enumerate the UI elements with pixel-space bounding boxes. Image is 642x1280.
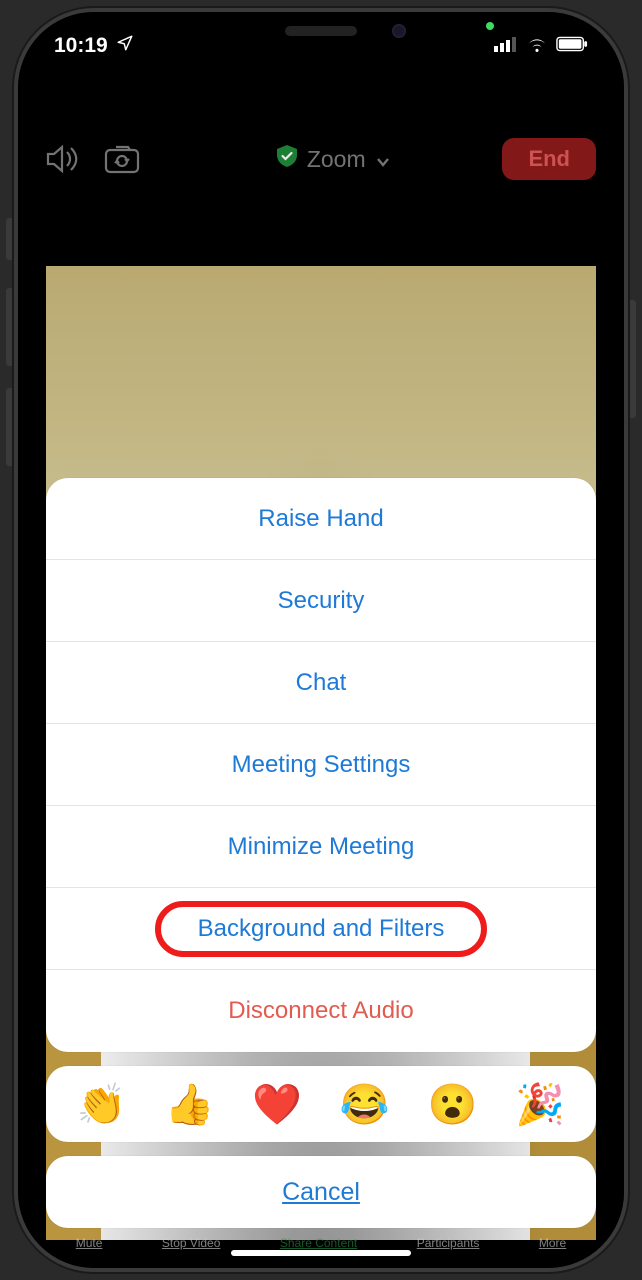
- cancel-button[interactable]: Cancel: [46, 1156, 596, 1228]
- menu-background-filters[interactable]: Background and Filters: [46, 888, 596, 970]
- wifi-icon: [526, 34, 548, 58]
- screen: 10:19: [18, 12, 624, 1268]
- side-button: [628, 300, 636, 418]
- menu-label: Security: [278, 587, 365, 615]
- earpiece: [285, 26, 357, 36]
- volume-down-button: [6, 388, 14, 466]
- menu-label: Minimize Meeting: [228, 833, 415, 861]
- action-sheet-menu: Raise Hand Security Chat Meeting Setting…: [46, 478, 596, 1052]
- menu-label: Background and Filters: [198, 915, 445, 943]
- reaction-clap[interactable]: 👏: [77, 1081, 127, 1128]
- reactions-bar: 👏 👍 ❤️ 😂 😮 🎉: [46, 1066, 596, 1142]
- battery-icon: [556, 34, 588, 58]
- menu-label: Chat: [296, 669, 347, 697]
- front-camera: [392, 24, 406, 38]
- camera-indicator-dot: [486, 22, 494, 30]
- reaction-laugh[interactable]: 😂: [340, 1081, 390, 1128]
- action-sheet: Raise Hand Security Chat Meeting Setting…: [46, 478, 596, 1228]
- menu-minimize-meeting[interactable]: Minimize Meeting: [46, 806, 596, 888]
- menu-raise-hand[interactable]: Raise Hand: [46, 478, 596, 560]
- phone-frame: 10:19: [14, 8, 628, 1272]
- cellular-signal-icon: [494, 34, 518, 58]
- location-arrow-icon: [116, 34, 134, 58]
- menu-label: Raise Hand: [258, 505, 383, 533]
- menu-meeting-settings[interactable]: Meeting Settings: [46, 724, 596, 806]
- menu-label: Meeting Settings: [232, 751, 411, 779]
- menu-disconnect-audio[interactable]: Disconnect Audio: [46, 970, 596, 1052]
- home-indicator[interactable]: [231, 1250, 411, 1256]
- status-time: 10:19: [54, 34, 108, 58]
- reaction-tada[interactable]: 🎉: [515, 1081, 565, 1128]
- volume-up-button: [6, 288, 14, 366]
- menu-chat[interactable]: Chat: [46, 642, 596, 724]
- reaction-wow[interactable]: 😮: [428, 1081, 478, 1128]
- menu-security[interactable]: Security: [46, 560, 596, 642]
- reaction-thumbs-up[interactable]: 👍: [165, 1081, 215, 1128]
- reaction-heart[interactable]: ❤️: [252, 1081, 302, 1128]
- menu-label: Disconnect Audio: [228, 997, 413, 1025]
- cancel-label: Cancel: [282, 1178, 360, 1207]
- silence-switch: [6, 218, 14, 260]
- notch: [192, 12, 450, 52]
